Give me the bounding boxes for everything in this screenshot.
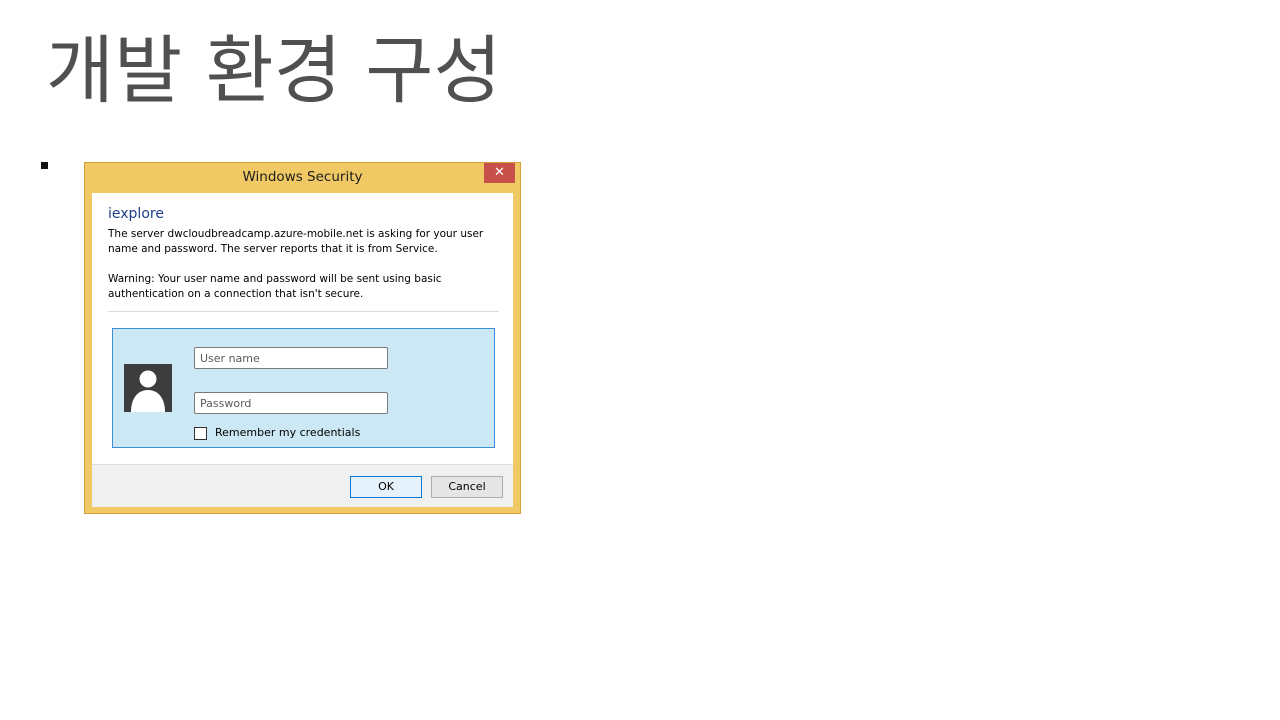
windows-security-dialog: Windows Security ✕ iexplore The server d… bbox=[84, 162, 521, 514]
user-icon bbox=[124, 364, 172, 412]
dialog-footer: OK Cancel bbox=[92, 464, 513, 507]
username-input[interactable] bbox=[194, 347, 388, 369]
warning-message: Warning: Your user name and password wil… bbox=[108, 273, 442, 300]
close-icon: ✕ bbox=[494, 165, 505, 180]
remember-label: Remember my credentials bbox=[215, 426, 361, 439]
bullet-marker bbox=[41, 162, 48, 169]
credential-tile[interactable]: Remember my credentials bbox=[112, 328, 495, 448]
dialog-title: Windows Security bbox=[242, 169, 363, 185]
remember-checkbox[interactable] bbox=[194, 427, 207, 440]
ok-button[interactable]: OK bbox=[350, 476, 422, 498]
password-input[interactable] bbox=[194, 392, 388, 414]
cancel-button[interactable]: Cancel bbox=[431, 476, 503, 498]
close-button[interactable]: ✕ bbox=[484, 163, 515, 183]
app-name: iexplore bbox=[108, 206, 164, 222]
slide-title: 개발 환경 구성 bbox=[46, 28, 502, 114]
divider bbox=[108, 311, 499, 312]
dialog-titlebar[interactable]: Windows Security ✕ bbox=[85, 163, 520, 193]
server-message: The server dwcloudbreadcamp.azure-mobile… bbox=[108, 228, 484, 255]
dialog-body: iexplore The server dwcloudbreadcamp.azu… bbox=[92, 193, 513, 507]
